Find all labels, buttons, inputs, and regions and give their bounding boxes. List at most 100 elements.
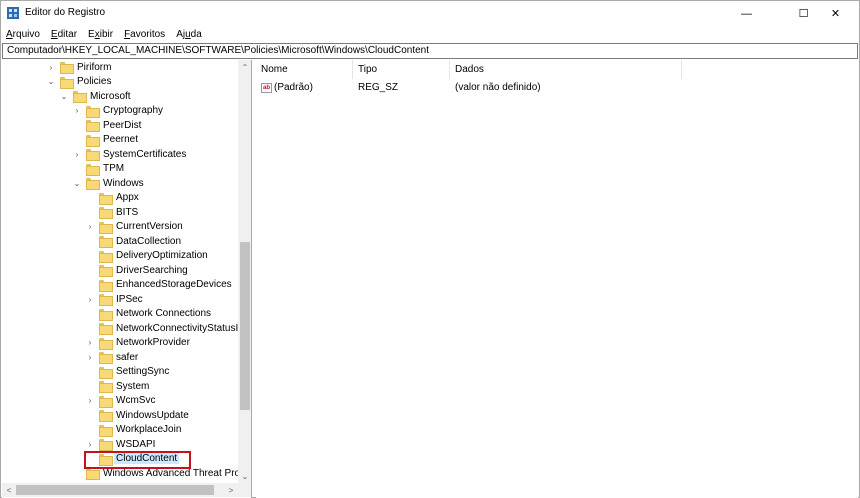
minimize-button[interactable]: —: [724, 1, 769, 26]
tree-node[interactable]: › IPSec: [85, 292, 145, 307]
chevron-placeholder: [85, 278, 95, 292]
tree-node[interactable]: WorkplaceJoin: [85, 423, 183, 438]
tree-node[interactable]: › Cryptography: [72, 104, 165, 119]
tree-node[interactable]: DataCollection: [85, 234, 183, 249]
chevron-right-icon[interactable]: ›: [85, 292, 95, 306]
menu-exibir[interactable]: Exibir: [88, 26, 113, 43]
tree-node[interactable]: ⌄ Microsoft: [59, 89, 133, 104]
menu-accel: E: [50, 29, 58, 40]
tree-node[interactable]: › WSDAPI: [85, 437, 157, 452]
tree-node[interactable]: Appx: [85, 191, 141, 206]
registry-editor-icon: [7, 7, 19, 19]
tree-node-label: DataCollection: [116, 235, 182, 247]
chevron-right-icon[interactable]: ›: [85, 350, 95, 364]
registry-tree: › Piriform ⌄ Policies ⌄ Microsoft › Cryptograph…: [2, 60, 238, 483]
folder-icon: [99, 207, 113, 220]
chevron-right-icon[interactable]: ›: [85, 220, 95, 234]
column-header-data[interactable]: Dados: [450, 60, 682, 79]
folder-icon: [99, 250, 113, 263]
chevron-right-icon[interactable]: ›: [72, 147, 82, 161]
tree-node[interactable]: › CurrentVersion: [85, 220, 185, 235]
scroll-thumb[interactable]: [16, 485, 214, 495]
chevron-right-icon[interactable]: ›: [72, 104, 82, 118]
folder-icon: [99, 221, 113, 234]
tree-node[interactable]: DriverSearching: [85, 263, 190, 278]
tree-node[interactable]: WindowsUpdate: [85, 408, 191, 423]
string-value-icon: ab: [261, 83, 272, 93]
tree-node-label: CurrentVersion: [116, 221, 183, 233]
menu-rest: da: [190, 29, 202, 40]
folder-icon: [99, 381, 113, 394]
address-bar[interactable]: Computador\HKEY_LOCAL_MACHINE\SOFTWARE\P…: [2, 43, 858, 59]
tree-node[interactable]: › Piriform: [46, 60, 113, 75]
tree-node[interactable]: SettingSync: [85, 365, 171, 380]
close-button[interactable]: ✕: [813, 1, 858, 26]
tree-node-label: WcmSvc: [116, 395, 156, 407]
tree-horizontal-scrollbar[interactable]: < >: [2, 483, 238, 497]
chevron-placeholder: [85, 307, 95, 321]
tree-node[interactable]: › NetworkProvider: [85, 336, 192, 351]
tree-node[interactable]: › WcmSvc: [85, 394, 157, 409]
tree-node-label: DeliveryOptimization: [116, 250, 208, 262]
folder-icon: [99, 308, 113, 321]
tree-node-label: Windows Advanced Threat Prote: [103, 467, 238, 479]
tree-node-label: WindowsUpdate: [116, 409, 189, 421]
folder-icon: [99, 294, 113, 307]
folder-icon: [99, 410, 113, 423]
tree-node[interactable]: DeliveryOptimization: [85, 249, 210, 264]
chevron-right-icon[interactable]: ›: [85, 336, 95, 350]
tree-node[interactable]: ⌄ Windows: [72, 176, 146, 191]
folder-icon: [86, 105, 100, 118]
column-header-name[interactable]: Nome: [256, 60, 353, 79]
folder-icon: [86, 134, 100, 147]
value-row[interactable]: ab (Padrão) REG_SZ (valor não definido): [256, 80, 858, 96]
folder-icon: [99, 352, 113, 365]
tree-node[interactable]: › safer: [85, 350, 140, 365]
window-title: Editor do Registro: [25, 7, 106, 18]
scroll-down-icon[interactable]: ⌄: [238, 469, 251, 483]
chevron-right-icon[interactable]: ›: [85, 394, 95, 408]
tree-node-label: WorkplaceJoin: [116, 424, 182, 436]
tree-node[interactable]: Network Connections: [85, 307, 213, 322]
tree-node-label: Network Connections: [116, 308, 212, 320]
menu-arquivo[interactable]: Arquivo: [6, 26, 40, 43]
tree-node[interactable]: NetworkConnectivityStatusIn: [85, 321, 238, 336]
tree-node[interactable]: › SystemCertificates: [72, 147, 188, 162]
folder-icon: [73, 91, 87, 104]
tree-node[interactable]: EnhancedStorageDevices: [85, 278, 234, 293]
tree-node-label: Cryptography: [103, 105, 164, 117]
folder-icon: [86, 468, 100, 481]
tree-node[interactable]: ⌄ Policies: [46, 75, 113, 90]
tree-pane: › Piriform ⌄ Policies ⌄ Microsoft › Cryptograph…: [2, 60, 252, 498]
chevron-placeholder: [72, 133, 82, 147]
folder-icon: [99, 337, 113, 350]
chevron-placeholder: [85, 423, 95, 437]
tree-node-label: TPM: [103, 163, 125, 175]
tree-node-label: SettingSync: [116, 366, 170, 378]
tree-node[interactable]: System: [85, 379, 151, 394]
menu-rest: ibir: [99, 29, 114, 40]
chevron-right-icon[interactable]: ›: [46, 60, 56, 74]
folder-icon: [99, 366, 113, 379]
tree-vertical-scrollbar[interactable]: ⌃ ⌄: [238, 60, 251, 483]
menu-favoritos[interactable]: Favoritos: [124, 26, 165, 43]
chevron-down-icon[interactable]: ⌄: [59, 89, 69, 103]
menu-ajuda[interactable]: Ajuda: [176, 26, 202, 43]
tree-node[interactable]: BITS: [85, 205, 140, 220]
menu-editar[interactable]: Editar: [51, 26, 77, 43]
tree-node[interactable]: Peernet: [72, 133, 140, 148]
chevron-down-icon[interactable]: ⌄: [72, 176, 82, 190]
chevron-right-icon[interactable]: ›: [85, 437, 95, 451]
scroll-right-icon[interactable]: >: [224, 483, 238, 497]
scroll-left-icon[interactable]: <: [2, 483, 16, 497]
menu-prefix: Aj: [176, 29, 186, 40]
column-header-type[interactable]: Tipo: [353, 60, 450, 79]
chevron-down-icon[interactable]: ⌄: [46, 75, 56, 89]
scroll-up-icon[interactable]: ⌃: [238, 60, 251, 74]
scroll-thumb[interactable]: [240, 242, 250, 410]
tree-node-label: Windows: [103, 177, 144, 189]
tree-node-label: WSDAPI: [116, 438, 156, 450]
tree-node[interactable]: PeerDist: [72, 118, 143, 133]
tree-node[interactable]: TPM: [72, 162, 126, 177]
scroll-corner: [238, 483, 251, 497]
